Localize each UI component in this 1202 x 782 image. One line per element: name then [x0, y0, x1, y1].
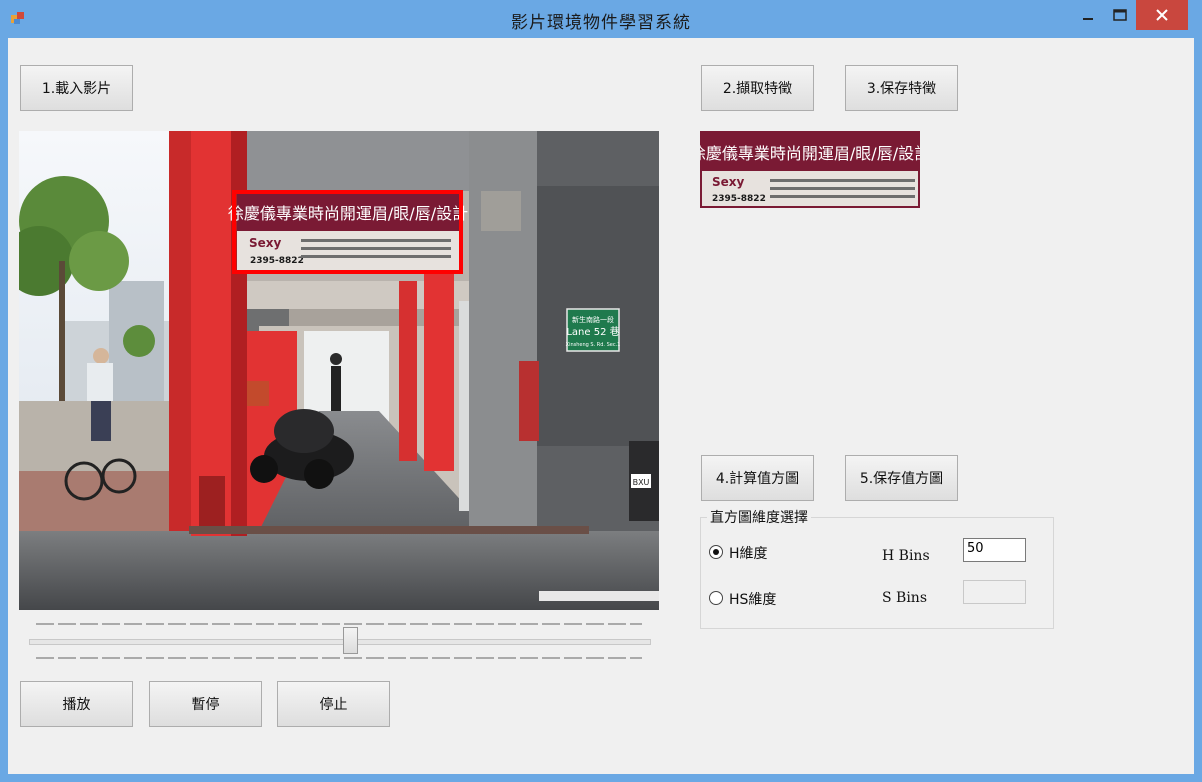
video-sign-phone: 2395-8822	[250, 256, 304, 266]
s-bins-label: S Bins	[882, 590, 928, 606]
feature-sign-phone: 2395-8822	[712, 194, 766, 204]
video-position-slider[interactable]	[29, 639, 651, 645]
minimize-icon	[1083, 18, 1093, 20]
minimize-button[interactable]	[1072, 0, 1104, 30]
h-bins-label: H Bins	[882, 548, 930, 564]
load-video-button[interactable]: 1.載入影片	[20, 65, 133, 111]
feature-sign-title: 徐慶儀專業時尚開運眉/眼/唇/設計	[700, 144, 920, 163]
app-window: 影片環境物件學習系統 1.載入影片 2.擷取特徵 3.保存特徵 新生南路一段 L…	[0, 0, 1202, 782]
video-sign-brand: Sexy	[249, 236, 282, 250]
hs-dimension-radio[interactable]	[709, 591, 723, 605]
close-button[interactable]	[1136, 0, 1188, 30]
save-histogram-button[interactable]: 5.保存值方圖	[845, 455, 958, 501]
close-icon	[1156, 9, 1168, 21]
group-legend: 直方圖維度選擇	[707, 507, 811, 527]
s-bins-input[interactable]	[963, 580, 1026, 604]
video-sign-title: 徐慶儀專業時尚開運眉/眼/唇/設計	[228, 204, 468, 223]
save-features-button[interactable]: 3.保存特徵	[845, 65, 958, 111]
slider-thumb[interactable]	[343, 627, 358, 654]
client-area: 1.載入影片 2.擷取特徵 3.保存特徵 新生南路一段 Lane 52 巷 Xi…	[8, 38, 1194, 774]
play-button[interactable]: 播放	[20, 681, 133, 727]
title-bar[interactable]: 影片環境物件學習系統	[0, 0, 1202, 38]
pause-button[interactable]: 暫停	[149, 681, 262, 727]
video-display[interactable]: 新生南路一段 Lane 52 巷 Xinsheng S. Rd. Sec.1 B…	[19, 131, 659, 610]
feature-preview: 徐慶儀專業時尚開運眉/眼/唇/設計 Sexy 2395-8822	[700, 131, 920, 208]
slider-ticks-bottom	[36, 657, 642, 659]
h-dimension-label[interactable]: H維度	[729, 543, 768, 563]
feature-preview-image: 徐慶儀專業時尚開運眉/眼/唇/設計 Sexy 2395-8822	[700, 131, 920, 208]
radio-selected-dot	[713, 549, 719, 555]
hs-dimension-label[interactable]: HS維度	[729, 589, 776, 609]
street-sign-line3: Xinsheng S. Rd. Sec.1	[566, 342, 621, 348]
extract-features-button[interactable]: 2.擷取特徵	[701, 65, 814, 111]
compute-histogram-button[interactable]: 4.計算值方圖	[701, 455, 814, 501]
window-title: 影片環境物件學習系統	[511, 13, 691, 33]
stop-button[interactable]: 停止	[277, 681, 390, 727]
street-sign-line1: 新生南路一段	[572, 315, 614, 324]
scooter-plate: BXU	[633, 478, 650, 487]
street-sign-line2: Lane 52 巷	[566, 326, 619, 338]
h-dimension-radio[interactable]	[709, 545, 723, 559]
feature-sign-brand: Sexy	[712, 175, 745, 189]
slider-ticks-top	[36, 623, 642, 625]
maximize-button[interactable]	[1104, 0, 1136, 30]
histogram-dimension-group: 直方圖維度選擇 H維度 HS維度 H Bins 50 S Bins	[700, 507, 1054, 629]
maximize-icon	[1113, 9, 1127, 21]
h-bins-input[interactable]: 50	[963, 538, 1026, 562]
video-frame-image: 新生南路一段 Lane 52 巷 Xinsheng S. Rd. Sec.1 B…	[19, 131, 659, 610]
